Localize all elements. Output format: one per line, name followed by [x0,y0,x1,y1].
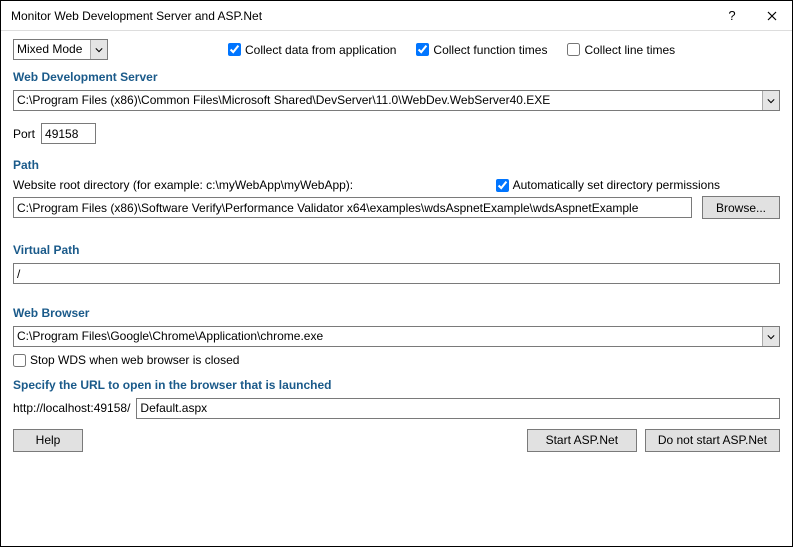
browser-path-select[interactable]: C:\Program Files\Google\Chrome\Applicati… [13,326,780,347]
help-button[interactable]: Help [13,429,83,452]
close-icon[interactable] [752,1,792,31]
port-input[interactable] [41,123,96,144]
collect-line-input[interactable] [567,43,580,56]
mode-select[interactable]: Mixed Mode [13,39,108,60]
window-title: Monitor Web Development Server and ASP.N… [11,9,712,23]
collect-app-checkbox[interactable]: Collect data from application [228,43,396,57]
wds-path-value: C:\Program Files (x86)\Common Files\Micr… [14,91,762,110]
wds-heading: Web Development Server [13,70,780,84]
port-label: Port [13,127,35,141]
wds-path-select[interactable]: C:\Program Files (x86)\Common Files\Micr… [13,90,780,111]
help-icon[interactable]: ? [712,1,752,31]
collect-line-label: Collect line times [584,43,675,57]
collect-func-label: Collect function times [433,43,547,57]
chevron-down-icon [762,327,779,346]
browse-button[interactable]: Browse... [702,196,780,219]
auto-permissions-label: Automatically set directory permissions [513,178,720,192]
url-prefix: http://localhost:49158/ [13,401,130,415]
auto-permissions-input[interactable] [496,179,509,192]
do-not-start-aspnet-button[interactable]: Do not start ASP.Net [645,429,780,452]
url-input[interactable] [136,398,780,419]
collect-func-checkbox[interactable]: Collect function times [416,43,547,57]
path-heading: Path [13,158,780,172]
mode-select-value: Mixed Mode [14,40,90,59]
virtual-path-input[interactable] [13,263,780,284]
collect-line-checkbox[interactable]: Collect line times [567,43,675,57]
collect-app-input[interactable] [228,43,241,56]
chevron-down-icon [90,40,107,59]
virtual-path-heading: Virtual Path [13,243,780,257]
collect-app-label: Collect data from application [245,43,396,57]
stop-wds-input[interactable] [13,354,26,367]
browser-path-value: C:\Program Files\Google\Chrome\Applicati… [14,327,762,346]
url-heading: Specify the URL to open in the browser t… [13,378,780,392]
titlebar: Monitor Web Development Server and ASP.N… [1,1,792,31]
root-dir-input[interactable] [13,197,692,218]
stop-wds-checkbox[interactable]: Stop WDS when web browser is closed [13,353,239,367]
auto-permissions-checkbox[interactable]: Automatically set directory permissions [496,178,720,192]
browser-heading: Web Browser [13,306,780,320]
collect-func-input[interactable] [416,43,429,56]
stop-wds-label: Stop WDS when web browser is closed [30,353,239,367]
chevron-down-icon [762,91,779,110]
root-dir-label: Website root directory (for example: c:\… [13,178,486,192]
start-aspnet-button[interactable]: Start ASP.Net [527,429,637,452]
